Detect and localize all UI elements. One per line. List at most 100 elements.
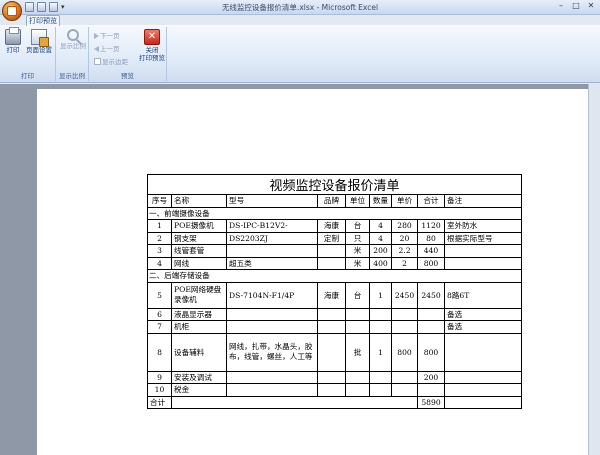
sheet-cell: 8	[147, 332, 172, 372]
sheet-cell	[226, 307, 318, 321]
table-row: 8 设备辅料 网线，扎带，水晶头，胶布，线管，螺丝，人工等批 1 800 800	[147, 332, 523, 372]
total-row: 合计 5890	[147, 395, 523, 409]
group-label-print: 打印	[21, 72, 34, 80]
prev-page-button[interactable]: 上一页	[94, 45, 120, 54]
close-preview-button[interactable]: ✕ 关闭 打印预览	[137, 29, 167, 62]
sheet-cell: 2	[391, 256, 418, 270]
sheet-cell: POE网络硬盘录像机	[171, 281, 227, 309]
table-row: 6 液晶显示器 备选	[147, 307, 523, 321]
table-row: 4 网线 超五类 米 400 2 800	[147, 256, 523, 270]
vertical-scrollbar[interactable]	[588, 84, 600, 455]
sheet-cell: 型号	[226, 194, 318, 208]
printer-icon	[5, 27, 21, 45]
sheet-cell: 7	[147, 320, 172, 334]
sheet-cell: 设备辅料	[171, 332, 227, 372]
page-setup-button[interactable]: 页面设置	[25, 29, 53, 54]
header-row: 序号 名称 型号 品牌 单位 数量 单价 合计 备注	[147, 194, 523, 208]
tab-print-preview[interactable]: 打印预览	[26, 15, 60, 26]
sheet-cell: 800	[417, 332, 445, 372]
sheet-cell: 200	[369, 244, 392, 258]
sheet-cell	[317, 370, 346, 384]
sheet-cell: 4	[147, 256, 172, 270]
show-margins-checkbox[interactable]: 显示边距	[94, 58, 128, 67]
sheet-cell	[226, 244, 318, 258]
sheet-cell: 2.2	[391, 244, 418, 258]
table-row: 9 安装及调试 200	[147, 370, 523, 384]
sheet-cell	[369, 383, 392, 397]
sheet-cell	[345, 370, 370, 384]
section-row-front: 一、前端摄像设备	[146, 206, 523, 220]
table-row: 1 POE摄像机 DS-IPC-B12V2- 海康台 4 280 1120 室外防水	[147, 219, 523, 233]
sheet-cell: 4	[369, 219, 392, 233]
sheet-cell	[391, 320, 418, 334]
window-controls: – □ ✕	[554, 1, 598, 12]
sheet-cell: 10	[147, 383, 172, 397]
sheet-title: 视频监控设备报价清单	[146, 174, 523, 195]
sheet-cell	[317, 332, 346, 372]
sheet-cell: 单价	[391, 194, 418, 208]
maximize-button[interactable]: □	[569, 1, 583, 12]
sheet-cell	[226, 370, 318, 384]
sheet-cell: 9	[147, 370, 172, 384]
sheet-cell: 网线，扎带，水晶头，胶布，线管，螺丝，人工等	[226, 332, 318, 372]
next-page-icon	[94, 33, 99, 39]
sheet-cell: 线管套管	[171, 244, 227, 258]
sheet-cell: DS2203ZJ	[226, 231, 318, 245]
close-window-button[interactable]: ✕	[584, 1, 598, 12]
sheet-cell: 1	[147, 219, 172, 233]
sheet-cell	[317, 256, 346, 270]
ribbon-group-preview: 下一页 上一页 显示边距 ✕ 关闭 打印预览 预览	[89, 27, 167, 81]
table-row: 3 线管套管 米 200 2.2 440	[147, 244, 523, 258]
ribbon-group-zoom: 显示比例 显示比例	[56, 27, 89, 81]
minimize-button[interactable]: –	[554, 1, 568, 12]
sheet-cell	[317, 244, 346, 258]
sheet-cell	[417, 320, 445, 334]
sheet-cell	[443, 244, 523, 258]
sheet-cell: 备注	[443, 194, 523, 208]
sheet-cell: 税金	[171, 383, 227, 397]
next-page-button[interactable]: 下一页	[94, 32, 120, 41]
sheet-cell: 液晶显示器	[171, 307, 227, 321]
sheet-cell: 序号	[147, 194, 172, 208]
sheet-cell	[345, 307, 370, 321]
sheet-cell: 400	[369, 256, 392, 270]
sheet-cell	[317, 320, 346, 334]
sheet-cell: 超五类	[226, 256, 318, 270]
sheet-cell	[171, 395, 418, 409]
sheet-cell	[443, 370, 523, 384]
sheet-cell	[345, 320, 370, 334]
sheet-cell: DS-IPC-B12V2-	[226, 219, 318, 233]
sheet-cell: 品牌	[317, 194, 346, 208]
sheet-cell: POE摄像机	[171, 219, 227, 233]
table-row: 7 机柜 备选	[147, 320, 523, 334]
sheet-cell: 机柜	[171, 320, 227, 334]
sheet-cell: 合计	[417, 194, 445, 208]
sheet-cell	[391, 370, 418, 384]
quote-sheet: 视频监控设备报价清单 序号 名称 型号 品牌 单位 数量 单价 合计 备注 一、前端摄像设备 1 PO…	[146, 174, 523, 409]
sheet-cell	[317, 307, 346, 321]
sheet-cell: 台	[345, 219, 370, 233]
sheet-cell	[345, 383, 370, 397]
sheet-cell: DS-7104N-F1/4P	[226, 281, 318, 309]
zoom-button[interactable]: 显示比例	[59, 29, 87, 50]
section-row-back: 二、后端存储设备	[146, 269, 523, 283]
sheet-cell: 800	[417, 256, 445, 270]
window-title: 无线监控设备报价清单.xlsx - Microsoft Excel	[221, 3, 379, 12]
sheet-cell: 单位	[345, 194, 370, 208]
table-row: 2 钢支架 DS2203ZJ 定制只 4 20 80 根据实际型号	[147, 231, 523, 245]
table-row: 5 POE网络硬盘录像机 DS-7104N-F1/4P 海康台 1 2450 2450 8路6…	[147, 281, 523, 309]
sheet-cell	[226, 320, 318, 334]
sheet-cell: 名称	[171, 194, 227, 208]
sheet-cell	[391, 307, 418, 321]
sheet-cell: 1120	[417, 219, 445, 233]
sheet-cell: 20	[391, 231, 418, 245]
sheet-cell: 海康	[317, 281, 346, 309]
office-button[interactable]	[2, 1, 22, 21]
group-label-preview: 预览	[121, 72, 134, 80]
sheet-cell: 1	[369, 281, 392, 309]
sheet-cell	[226, 383, 318, 397]
sheet-cell: 8路6T	[443, 281, 523, 309]
print-button[interactable]: 打印	[4, 27, 22, 54]
sheet-cell	[369, 370, 392, 384]
ribbon: 打印 页面设置 打印 显示比例 显示比例 下一页 上一页 显示边距 ✕ 关闭 打…	[0, 25, 600, 83]
